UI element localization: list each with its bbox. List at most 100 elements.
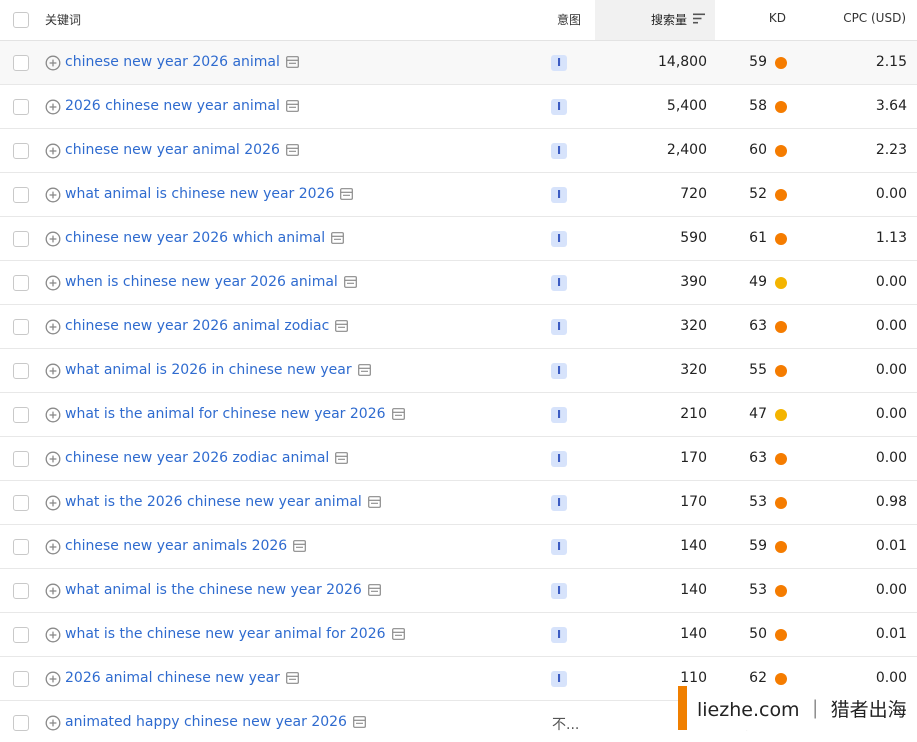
row-checkbox[interactable] <box>13 319 29 335</box>
serp-features-icon[interactable] <box>286 100 299 112</box>
column-header-keyword[interactable]: 关键词 <box>45 11 81 28</box>
keyword-link[interactable]: what animal is the chinese new year 2026 <box>65 582 381 598</box>
table-row[interactable]: chinese new year animal 2026 I 2,400 60 2.23 <box>0 129 917 173</box>
intent-badge[interactable]: I <box>551 231 567 247</box>
row-checkbox[interactable] <box>13 99 29 115</box>
table-row[interactable]: chinese new year animals 2026 I 140 59 0.01 <box>0 525 917 569</box>
add-keyword-icon[interactable] <box>45 319 61 335</box>
add-keyword-icon[interactable] <box>45 275 61 291</box>
add-keyword-icon[interactable] <box>45 99 61 115</box>
intent-badge[interactable]: I <box>551 99 567 115</box>
row-checkbox[interactable] <box>13 275 29 291</box>
keyword-text[interactable]: what is the chinese new year animal for … <box>65 626 386 642</box>
add-keyword-icon[interactable] <box>45 627 61 643</box>
table-row[interactable]: chinese new year 2026 animal I 14,800 59 2.1… <box>0 41 917 85</box>
row-checkbox[interactable] <box>13 451 29 467</box>
column-header-volume[interactable]: 搜索量 <box>595 0 715 40</box>
keyword-text[interactable]: chinese new year animal 2026 <box>65 142 280 158</box>
keyword-link[interactable]: when is chinese new year 2026 animal <box>65 274 357 290</box>
keyword-link[interactable]: 2026 chinese new year animal <box>65 98 299 114</box>
add-keyword-icon[interactable] <box>45 583 61 599</box>
table-row[interactable]: what animal is 2026 in chinese new year I… <box>0 349 917 393</box>
intent-badge[interactable]: I <box>551 187 567 203</box>
column-header-kd[interactable]: KD <box>769 11 786 25</box>
intent-badge[interactable]: I <box>551 319 567 335</box>
serp-features-icon[interactable] <box>286 56 299 68</box>
keyword-text[interactable]: chinese new year animals 2026 <box>65 538 287 554</box>
add-keyword-icon[interactable] <box>45 539 61 555</box>
keyword-text[interactable]: 2026 animal chinese new year <box>65 670 280 686</box>
keyword-text[interactable]: chinese new year 2026 zodiac animal <box>65 450 329 466</box>
table-row[interactable]: when is chinese new year 2026 animal I 390… <box>0 261 917 305</box>
add-keyword-icon[interactable] <box>45 495 61 511</box>
serp-features-icon[interactable] <box>286 672 299 684</box>
row-checkbox[interactable] <box>13 187 29 203</box>
add-keyword-icon[interactable] <box>45 187 61 203</box>
row-checkbox[interactable] <box>13 539 29 555</box>
intent-badge[interactable]: I <box>551 495 567 511</box>
sort-descending-icon[interactable] <box>693 13 705 24</box>
column-header-cpc[interactable]: CPC (USD) <box>843 11 906 25</box>
intent-badge[interactable]: I <box>551 539 567 555</box>
keyword-link[interactable]: what is the 2026 chinese new year animal <box>65 494 381 510</box>
keyword-link[interactable]: chinese new year 2026 animal <box>65 54 299 70</box>
keyword-link[interactable]: chinese new year animal 2026 <box>65 142 299 158</box>
keyword-text[interactable]: what animal is the chinese new year 2026 <box>65 582 362 598</box>
keyword-text[interactable]: what is the animal for chinese new year … <box>65 406 386 422</box>
serp-features-icon[interactable] <box>391 408 405 420</box>
keyword-link[interactable]: what is the chinese new year animal for … <box>65 626 405 642</box>
intent-badge[interactable]: I <box>551 55 567 71</box>
add-keyword-icon[interactable] <box>45 55 61 71</box>
serp-features-icon[interactable] <box>331 232 345 244</box>
add-keyword-icon[interactable] <box>45 671 61 687</box>
table-row[interactable]: chinese new year 2026 which animal I 590 61… <box>0 217 917 261</box>
select-all-checkbox[interactable] <box>13 12 29 28</box>
table-row[interactable]: 2026 chinese new year animal I 5,400 58 3.64 <box>0 85 917 129</box>
serp-features-icon[interactable] <box>286 144 299 156</box>
add-keyword-icon[interactable] <box>45 715 61 731</box>
intent-badge[interactable]: I <box>551 363 567 379</box>
add-keyword-icon[interactable] <box>45 143 61 159</box>
keyword-link[interactable]: chinese new year 2026 which animal <box>65 230 345 246</box>
keyword-text[interactable]: what animal is 2026 in chinese new year <box>65 362 352 378</box>
table-row[interactable]: what is the animal for chinese new year … <box>0 393 917 437</box>
intent-badge[interactable]: I <box>551 407 567 423</box>
keyword-link[interactable]: chinese new year 2026 zodiac animal <box>65 450 349 466</box>
row-checkbox[interactable] <box>13 671 29 687</box>
intent-badge[interactable]: I <box>551 627 567 643</box>
column-header-intent[interactable]: 意图 <box>557 11 581 28</box>
serp-features-icon[interactable] <box>367 584 381 596</box>
keyword-text[interactable]: what animal is chinese new year 2026 <box>65 186 334 202</box>
row-checkbox[interactable] <box>13 231 29 247</box>
keyword-text[interactable]: when is chinese new year 2026 animal <box>65 274 338 290</box>
keyword-text[interactable]: what is the 2026 chinese new year animal <box>65 494 362 510</box>
row-checkbox[interactable] <box>13 495 29 511</box>
keyword-link[interactable]: what animal is chinese new year 2026 <box>65 186 354 202</box>
intent-badge[interactable]: I <box>551 143 567 159</box>
intent-badge[interactable]: I <box>551 451 567 467</box>
serp-features-icon[interactable] <box>340 188 354 200</box>
row-checkbox[interactable] <box>13 143 29 159</box>
serp-features-icon[interactable] <box>335 452 349 464</box>
table-row[interactable]: chinese new year 2026 animal zodiac I 320 6… <box>0 305 917 349</box>
intent-badge[interactable]: I <box>551 583 567 599</box>
keyword-text[interactable]: animated happy chinese new year 2026 <box>65 714 347 730</box>
row-checkbox[interactable] <box>13 627 29 643</box>
row-checkbox[interactable] <box>13 407 29 423</box>
keyword-link[interactable]: what animal is 2026 in chinese new year <box>65 362 371 378</box>
serp-features-icon[interactable] <box>353 716 366 728</box>
serp-features-icon[interactable] <box>343 276 357 288</box>
serp-features-icon[interactable] <box>391 628 405 640</box>
table-row[interactable]: chinese new year 2026 zodiac animal I 170 6… <box>0 437 917 481</box>
row-checkbox[interactable] <box>13 363 29 379</box>
add-keyword-icon[interactable] <box>45 407 61 423</box>
serp-features-icon[interactable] <box>293 540 307 552</box>
row-checkbox[interactable] <box>13 583 29 599</box>
intent-badge[interactable]: I <box>551 275 567 291</box>
keyword-link[interactable]: 2026 animal chinese new year <box>65 670 299 686</box>
keyword-text[interactable]: chinese new year 2026 animal zodiac <box>65 318 329 334</box>
table-row[interactable]: what is the chinese new year animal for … <box>0 613 917 657</box>
add-keyword-icon[interactable] <box>45 363 61 379</box>
keyword-link[interactable]: chinese new year 2026 animal zodiac <box>65 318 349 334</box>
keyword-link[interactable]: chinese new year animals 2026 <box>65 538 307 554</box>
